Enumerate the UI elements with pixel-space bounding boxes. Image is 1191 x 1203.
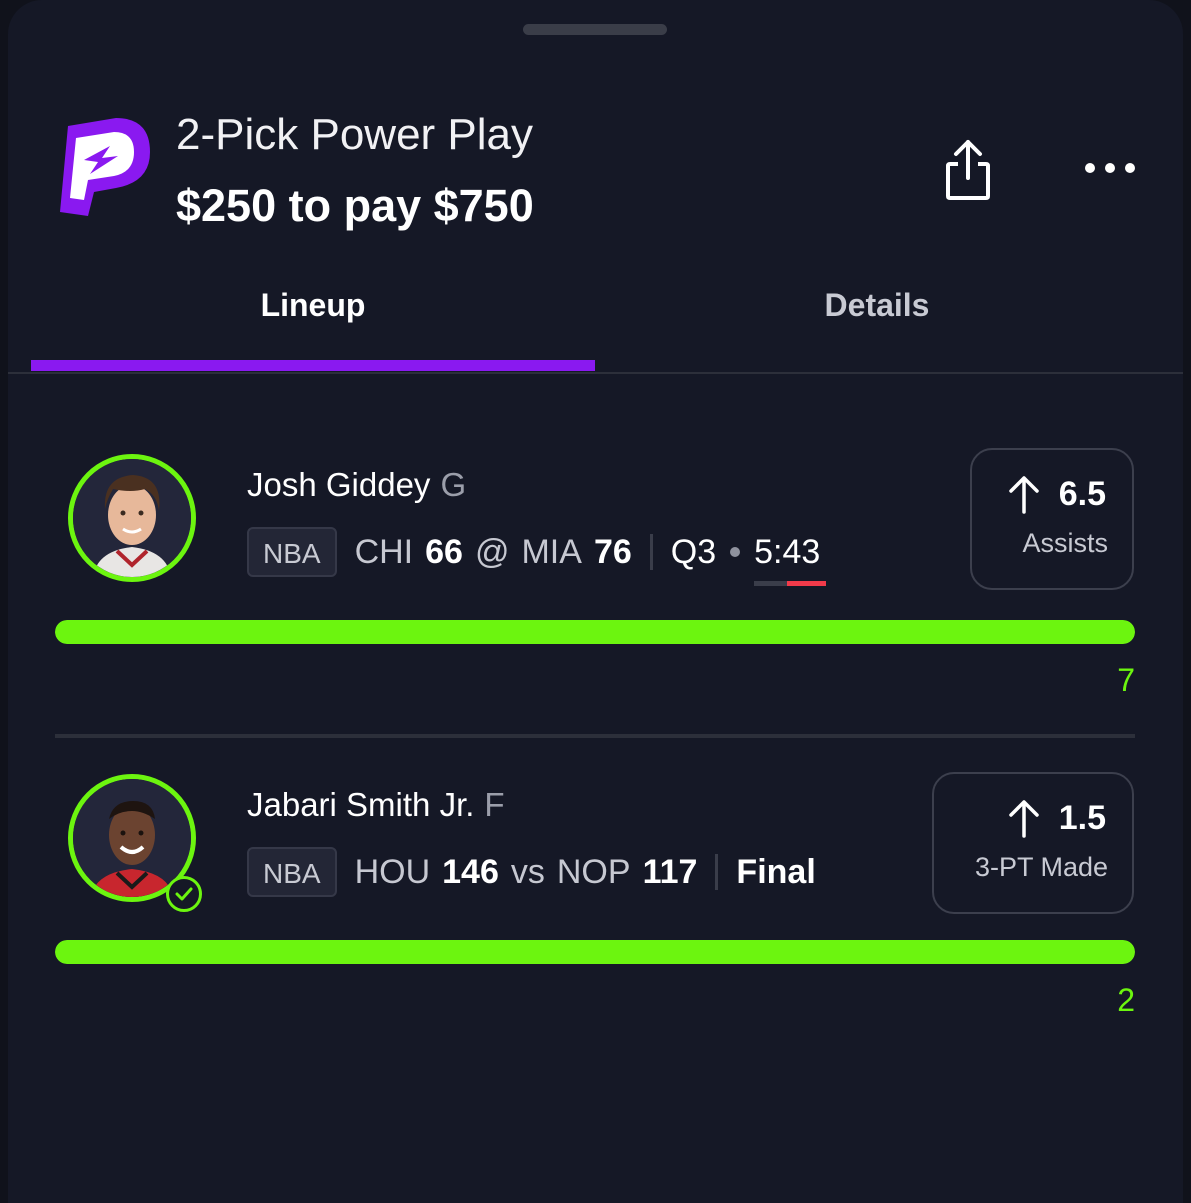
entry-tabs: Lineup Details: [8, 270, 1183, 374]
stat-progress-fill: [55, 620, 1135, 644]
away-score: 66: [425, 532, 463, 571]
stat-progress-bar: [55, 940, 1135, 964]
home-team: MIA: [521, 532, 582, 571]
stat-progress-bar: [55, 620, 1135, 644]
projection-box[interactable]: 1.5 3-PT Made: [932, 772, 1134, 914]
player-line: Jabari Smith Jr. F: [247, 786, 505, 824]
away-team: HOU: [354, 852, 431, 891]
player-line: Josh Giddey G: [247, 466, 466, 504]
home-team: NOP: [556, 852, 631, 891]
share-icon: [946, 140, 990, 200]
game-info: NBA CHI 66 @ MIA 76 Q3 5:43: [247, 526, 827, 586]
pick-divider: [55, 734, 1135, 738]
player-name: Jabari Smith Jr.: [247, 786, 475, 823]
game-quarter: Q3: [670, 532, 717, 571]
dot-separator: [730, 547, 741, 557]
game-info: NBA HOU 146 vs NOP 117 Final: [247, 846, 816, 898]
game-clock: 5:43: [754, 532, 827, 586]
projection-line: 6.5: [1007, 474, 1106, 514]
divider: [715, 854, 719, 890]
player-avatar: [68, 454, 196, 582]
home-score: 76: [593, 532, 632, 571]
entry-header: 2-Pick Power Play $250 to pay $750: [8, 0, 1183, 260]
home-score: 117: [642, 852, 698, 891]
away-team: CHI: [354, 532, 414, 571]
share-button[interactable]: [936, 136, 1000, 204]
away-score: 146: [442, 852, 499, 891]
game-clock-bar-fill: [786, 580, 827, 586]
tab-lineup[interactable]: Lineup: [31, 270, 595, 374]
up-arrow-icon: [1008, 476, 1039, 514]
pick-hit-check-icon: [166, 876, 202, 912]
player-position: G: [440, 466, 467, 503]
stat-progress-fill: [55, 940, 1135, 964]
up-arrow-icon: [1008, 800, 1039, 838]
game-clock-text: 5:43: [754, 532, 821, 571]
matchup-separator: vs: [510, 852, 545, 891]
tab-details[interactable]: Details: [595, 270, 1159, 374]
actual-stat-value: 2: [1117, 982, 1135, 1018]
actual-stat-value: 7: [1117, 662, 1135, 698]
divider: [649, 534, 653, 570]
league-badge: NBA: [247, 847, 337, 897]
league-badge: NBA: [247, 527, 337, 577]
prizepicks-logo-icon: [54, 116, 154, 220]
game-clock-bar: [754, 580, 827, 586]
projection-value: 1.5: [1058, 798, 1106, 837]
projection-line: 1.5: [1007, 798, 1106, 838]
projection-box[interactable]: 6.5 Assists: [970, 448, 1134, 590]
entry-sheet: 2-Pick Power Play $250 to pay $750 Lineu…: [8, 0, 1183, 1203]
projection-value: 6.5: [1058, 474, 1106, 513]
active-tab-indicator: [31, 360, 595, 371]
player-position: F: [484, 786, 505, 823]
game-status: Final: [736, 852, 816, 891]
more-horizontal-icon: [1085, 163, 1135, 173]
entry-payout: $250 to pay $750: [176, 180, 534, 231]
more-options-button[interactable]: [1078, 146, 1142, 190]
stat-type: 3-PT Made: [974, 852, 1108, 882]
tabs-divider: [8, 372, 1183, 374]
entry-title: 2-Pick Power Play: [176, 110, 534, 159]
player-name: Josh Giddey: [247, 466, 431, 503]
stat-type: Assists: [1022, 528, 1108, 558]
matchup-separator: @: [474, 532, 510, 571]
